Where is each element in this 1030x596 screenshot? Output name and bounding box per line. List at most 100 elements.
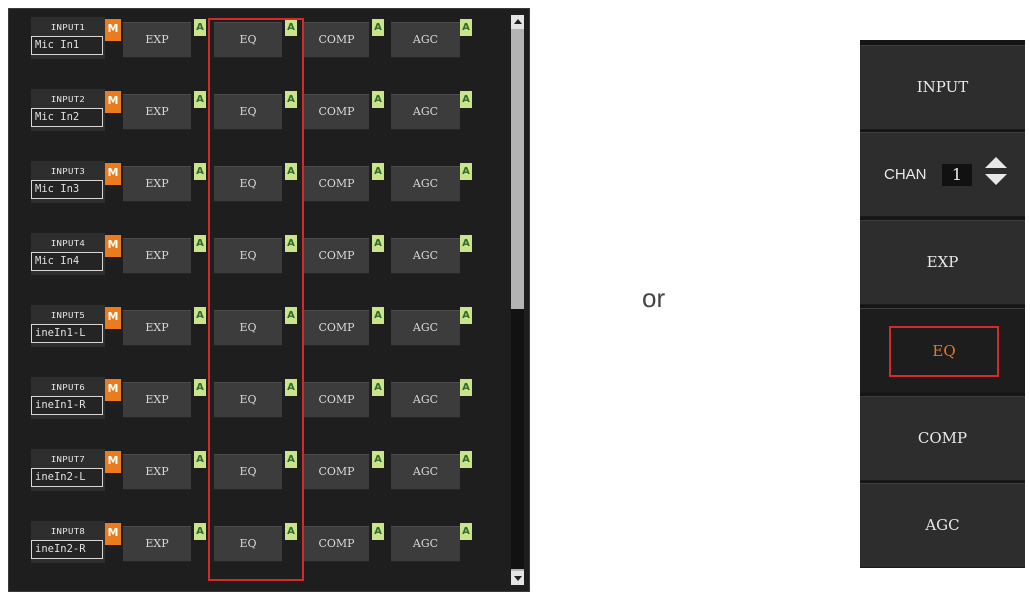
- eq-auto-toggle[interactable]: A: [285, 379, 297, 396]
- exp-button[interactable]: EXP: [123, 166, 191, 202]
- agc-button[interactable]: AGC: [391, 310, 460, 346]
- eq-button[interactable]: EQ: [860, 308, 1025, 393]
- comp-button[interactable]: COMP: [304, 526, 369, 562]
- exp-auto-toggle[interactable]: A: [194, 379, 206, 396]
- exp-button[interactable]: EXP: [123, 526, 191, 562]
- agc-button[interactable]: AGC: [391, 454, 460, 490]
- input-name-field[interactable]: Mic In3: [31, 180, 103, 199]
- eq-button[interactable]: EQ: [214, 22, 282, 58]
- comp-button[interactable]: COMP: [304, 94, 369, 130]
- comp-auto-toggle[interactable]: A: [372, 91, 384, 108]
- comp-auto-toggle[interactable]: A: [372, 451, 384, 468]
- input-source-box[interactable]: INPUT3 Mic In3: [31, 161, 105, 203]
- chan-value-field[interactable]: 1: [942, 164, 972, 186]
- exp-button[interactable]: EXP: [123, 22, 191, 58]
- eq-button[interactable]: EQ: [214, 238, 282, 274]
- eq-auto-toggle[interactable]: A: [285, 91, 297, 108]
- exp-auto-toggle[interactable]: A: [194, 235, 206, 252]
- input-name-field[interactable]: ineIn2-L: [31, 468, 103, 487]
- exp-button[interactable]: EXP: [123, 382, 191, 418]
- exp-auto-toggle[interactable]: A: [194, 523, 206, 540]
- comp-button[interactable]: COMP: [304, 238, 369, 274]
- scrollbar-thumb[interactable]: [511, 309, 524, 569]
- input-name-field[interactable]: ineIn1-L: [31, 324, 103, 343]
- comp-auto-toggle[interactable]: A: [372, 307, 384, 324]
- mute-button[interactable]: M: [105, 307, 121, 329]
- eq-auto-toggle[interactable]: A: [285, 163, 297, 180]
- eq-auto-toggle[interactable]: A: [285, 307, 297, 324]
- agc-auto-toggle[interactable]: A: [460, 379, 472, 396]
- exp-auto-toggle[interactable]: A: [194, 307, 206, 324]
- chevron-down-icon[interactable]: [985, 174, 1007, 185]
- scroll-down-button[interactable]: [511, 571, 524, 585]
- chevron-up-icon[interactable]: [985, 157, 1007, 168]
- eq-button[interactable]: EQ: [214, 382, 282, 418]
- comp-auto-toggle[interactable]: A: [372, 19, 384, 36]
- mute-button[interactable]: M: [105, 19, 121, 41]
- exp-auto-toggle[interactable]: A: [194, 163, 206, 180]
- comp-button[interactable]: COMP: [304, 382, 369, 418]
- input-source-box[interactable]: INPUT2 Mic In2: [31, 89, 105, 131]
- input-name-field[interactable]: ineIn2-R: [31, 540, 103, 559]
- eq-button[interactable]: EQ: [214, 310, 282, 346]
- eq-auto-toggle[interactable]: A: [285, 19, 297, 36]
- comp-button[interactable]: COMP: [304, 454, 369, 490]
- exp-button[interactable]: EXP: [123, 94, 191, 130]
- exp-button[interactable]: EXP: [123, 310, 191, 346]
- vertical-scrollbar[interactable]: [511, 15, 524, 585]
- eq-button[interactable]: EQ: [214, 166, 282, 202]
- agc-button[interactable]: AGC: [860, 483, 1025, 568]
- mute-button[interactable]: M: [105, 91, 121, 113]
- exp-button[interactable]: EXP: [123, 454, 191, 490]
- comp-button[interactable]: COMP: [304, 310, 369, 346]
- mute-button[interactable]: M: [105, 235, 121, 257]
- agc-auto-toggle[interactable]: A: [460, 451, 472, 468]
- exp-auto-toggle[interactable]: A: [194, 451, 206, 468]
- eq-button[interactable]: EQ: [214, 94, 282, 130]
- agc-button[interactable]: AGC: [391, 94, 460, 130]
- mute-button[interactable]: M: [105, 523, 121, 545]
- agc-auto-toggle[interactable]: A: [460, 307, 472, 324]
- eq-button[interactable]: EQ: [214, 454, 282, 490]
- comp-auto-toggle[interactable]: A: [372, 379, 384, 396]
- comp-auto-toggle[interactable]: A: [372, 235, 384, 252]
- comp-button[interactable]: COMP: [304, 166, 369, 202]
- agc-button[interactable]: AGC: [391, 166, 460, 202]
- input-name-field[interactable]: Mic In2: [31, 108, 103, 127]
- exp-auto-toggle[interactable]: A: [194, 91, 206, 108]
- input-source-box[interactable]: INPUT1 Mic In1: [31, 17, 105, 59]
- exp-button[interactable]: EXP: [123, 238, 191, 274]
- eq-auto-toggle[interactable]: A: [285, 523, 297, 540]
- agc-auto-toggle[interactable]: A: [460, 91, 472, 108]
- input-name-field[interactable]: Mic In4: [31, 252, 103, 271]
- mute-button[interactable]: M: [105, 379, 121, 401]
- comp-auto-toggle[interactable]: A: [372, 523, 384, 540]
- mute-button[interactable]: M: [105, 451, 121, 473]
- agc-auto-toggle[interactable]: A: [460, 19, 472, 36]
- agc-button[interactable]: AGC: [391, 526, 460, 562]
- input-source-box[interactable]: INPUT8 ineIn2-R: [31, 521, 105, 563]
- input-name-field[interactable]: Mic In1: [31, 36, 103, 55]
- eq-button[interactable]: EQ: [214, 526, 282, 562]
- input-source-box[interactable]: INPUT7 ineIn2-L: [31, 449, 105, 491]
- agc-auto-toggle[interactable]: A: [460, 163, 472, 180]
- input-source-box[interactable]: INPUT6 ineIn1-R: [31, 377, 105, 419]
- input-button[interactable]: INPUT: [860, 45, 1025, 130]
- agc-button[interactable]: AGC: [391, 238, 460, 274]
- agc-button[interactable]: AGC: [391, 382, 460, 418]
- input-name-field[interactable]: ineIn1-R: [31, 396, 103, 415]
- eq-auto-toggle[interactable]: A: [285, 235, 297, 252]
- input-source-box[interactable]: INPUT5 ineIn1-L: [31, 305, 105, 347]
- comp-button[interactable]: COMP: [304, 22, 369, 58]
- comp-auto-toggle[interactable]: A: [372, 163, 384, 180]
- mute-button[interactable]: M: [105, 163, 121, 185]
- comp-button[interactable]: COMP: [860, 396, 1025, 481]
- input-source-box[interactable]: INPUT4 Mic In4: [31, 233, 105, 275]
- agc-button[interactable]: AGC: [391, 22, 460, 58]
- exp-button[interactable]: EXP: [860, 220, 1025, 305]
- exp-auto-toggle[interactable]: A: [194, 19, 206, 36]
- scroll-up-button[interactable]: [511, 15, 524, 29]
- agc-auto-toggle[interactable]: A: [460, 523, 472, 540]
- agc-auto-toggle[interactable]: A: [460, 235, 472, 252]
- eq-auto-toggle[interactable]: A: [285, 451, 297, 468]
